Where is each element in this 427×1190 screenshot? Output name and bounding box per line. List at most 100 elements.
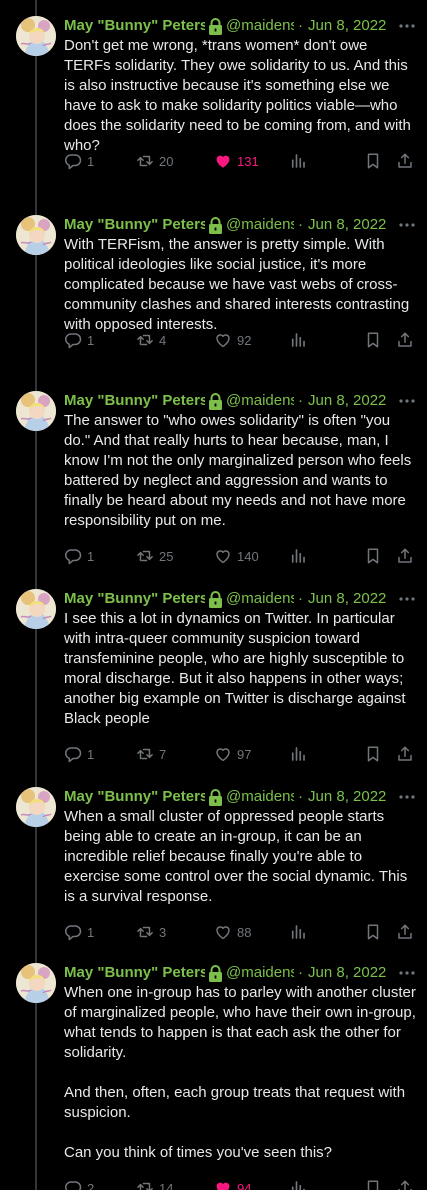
more-options-icon[interactable] (398, 215, 416, 235)
share-button[interactable] (396, 151, 414, 171)
share-icon (396, 331, 414, 349)
like-button[interactable]: 131 (214, 151, 259, 171)
reply-button[interactable]: 2 (64, 1178, 94, 1190)
tweet-date[interactable]: Jun 8, 2022 (308, 589, 386, 609)
share-icon (396, 547, 414, 565)
tweet-content: May "Bunny" Peters @maidens · Jun 8, 2022 Th… (64, 391, 416, 565)
bookmark-button[interactable] (364, 151, 382, 171)
retweet-button[interactable]: 14 (136, 1178, 173, 1190)
like-button[interactable]: 92 (214, 330, 251, 350)
bookmark-button[interactable] (364, 546, 382, 566)
avatar[interactable] (16, 16, 56, 56)
more-options-icon[interactable] (398, 589, 416, 609)
like-button[interactable]: 94 (214, 1178, 251, 1190)
tweet-date[interactable]: Jun 8, 2022 (308, 963, 386, 983)
views-button[interactable] (289, 151, 307, 171)
tweet-date[interactable]: Jun 8, 2022 (308, 391, 386, 411)
tweet-date[interactable]: Jun 8, 2022 (308, 215, 386, 235)
views-icon (289, 1179, 307, 1190)
tweet-date[interactable]: Jun 8, 2022 (308, 16, 386, 36)
author-name[interactable]: May "Bunny" Peters (64, 215, 205, 235)
tweet-content: May "Bunny" Peters @maidens · Jun 8, 2022 Wh… (64, 963, 416, 1190)
share-button[interactable] (396, 330, 414, 350)
like-button[interactable]: 97 (214, 744, 251, 764)
reply-count: 1 (87, 924, 95, 940)
more-options-icon[interactable] (398, 16, 416, 36)
avatar[interactable] (16, 787, 56, 827)
avatar[interactable] (16, 391, 56, 431)
retweet-button[interactable]: 25 (136, 546, 173, 566)
author-handle[interactable]: @maidens (226, 963, 294, 983)
reply-count: 1 (87, 746, 95, 762)
retweet-count: 7 (159, 746, 167, 762)
author-handle[interactable]: @maidens (226, 215, 294, 235)
retweet-button[interactable]: 20 (136, 151, 173, 171)
bookmark-button[interactable] (364, 330, 382, 350)
author-name[interactable]: May "Bunny" Peters (64, 963, 205, 983)
like-button[interactable]: 140 (214, 546, 259, 566)
like-count: 140 (237, 548, 259, 564)
author-name[interactable]: May "Bunny" Peters (64, 589, 205, 609)
bookmark-button[interactable] (364, 1178, 382, 1190)
author-name[interactable]: May "Bunny" Peters (64, 16, 205, 36)
retweet-button[interactable]: 4 (136, 330, 166, 350)
reply-button[interactable]: 1 (64, 744, 94, 764)
separator-dot: · (298, 216, 303, 233)
author-handle[interactable]: @maidens (226, 589, 294, 609)
share-button[interactable] (396, 922, 414, 942)
retweet-icon (136, 331, 154, 349)
author-name[interactable]: May "Bunny" Peters (64, 391, 205, 411)
views-button[interactable] (289, 1178, 307, 1190)
views-icon (289, 547, 307, 565)
lock-icon (205, 17, 226, 35)
avatar[interactable] (16, 215, 56, 255)
lock-icon (205, 788, 226, 806)
share-button[interactable] (396, 546, 414, 566)
retweet-count: 25 (159, 548, 174, 564)
author-handle[interactable]: @maidens (226, 391, 294, 411)
share-button[interactable] (396, 744, 414, 764)
views-button[interactable] (289, 330, 307, 350)
like-icon (214, 331, 232, 349)
like-count: 97 (237, 746, 252, 762)
bookmark-button[interactable] (364, 744, 382, 764)
retweet-button[interactable]: 3 (136, 922, 166, 942)
like-icon (214, 547, 232, 565)
avatar[interactable] (16, 589, 56, 629)
retweet-button[interactable]: 7 (136, 744, 166, 764)
more-options-icon[interactable] (398, 391, 416, 411)
reply-button[interactable]: 1 (64, 546, 94, 566)
tweet-header: May "Bunny" Peters @maidens · Jun 8, 2022 (64, 215, 416, 235)
views-button[interactable] (289, 744, 307, 764)
avatar[interactable] (16, 963, 56, 1003)
retweet-count: 20 (159, 153, 174, 169)
reply-button[interactable]: 1 (64, 330, 94, 350)
bookmark-button[interactable] (364, 922, 382, 942)
tweet-actions: 1 3 88 (64, 922, 416, 942)
lock-icon (205, 216, 226, 234)
reply-button[interactable]: 1 (64, 922, 94, 942)
views-button[interactable] (289, 546, 307, 566)
bookmark-icon (364, 745, 382, 763)
tweet-date[interactable]: Jun 8, 2022 (308, 787, 386, 807)
like-button[interactable]: 88 (214, 922, 251, 942)
author-name[interactable]: May "Bunny" Peters (64, 787, 205, 807)
reply-button[interactable]: 1 (64, 151, 94, 171)
tweet-actions: 1 7 97 (64, 744, 416, 764)
more-options-icon[interactable] (398, 963, 416, 983)
lock-icon (205, 392, 226, 410)
tweet-paragraph: The answer to "who owes solidarity" is o… (64, 412, 412, 529)
views-button[interactable] (289, 922, 307, 942)
like-count: 92 (237, 332, 252, 348)
like-count: 88 (237, 924, 252, 940)
reply-icon (64, 1179, 82, 1190)
author-handle[interactable]: @maidens (226, 16, 294, 36)
like-icon (214, 152, 232, 170)
retweet-icon (136, 547, 154, 565)
views-icon (289, 331, 307, 349)
share-button[interactable] (396, 1178, 414, 1190)
tweet-text: With TERFism, the answer is pretty simpl… (64, 235, 416, 335)
separator-dot: · (298, 964, 303, 981)
more-options-icon[interactable] (398, 787, 416, 807)
author-handle[interactable]: @maidens (226, 787, 294, 807)
